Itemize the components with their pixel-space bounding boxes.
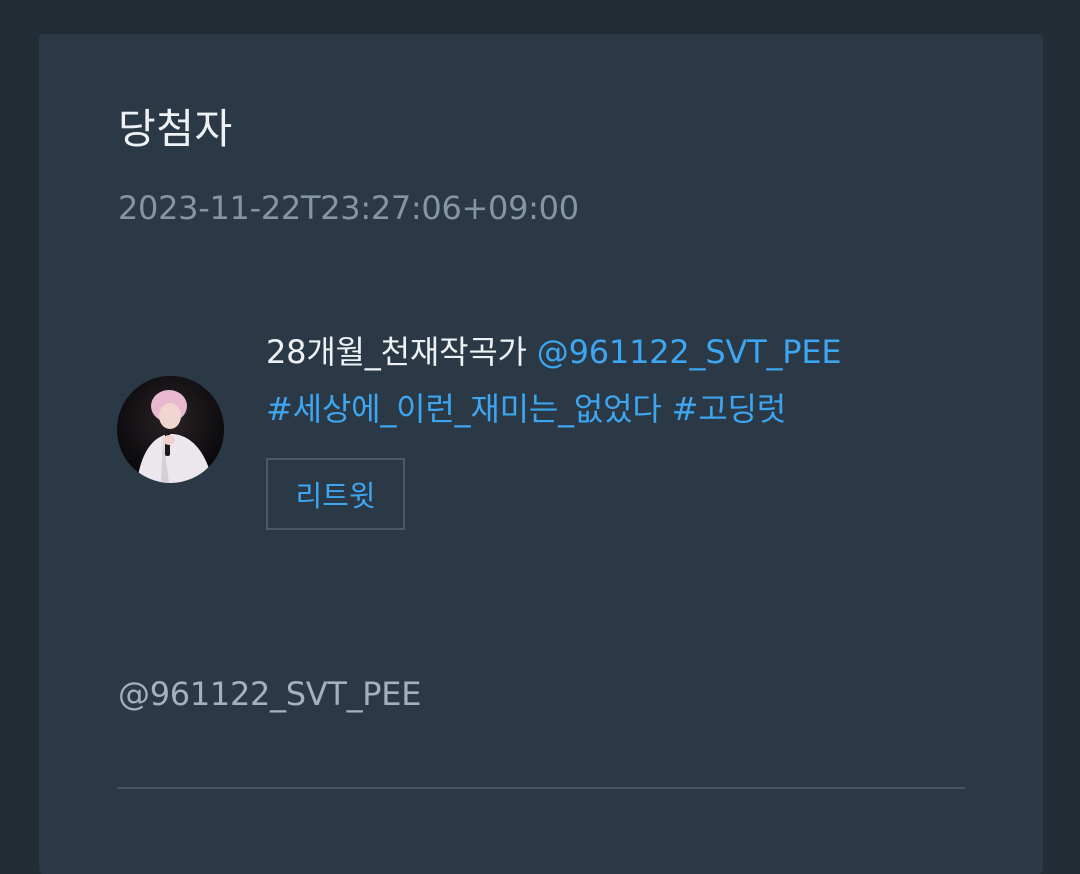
hashtag-link[interactable]: #세상에_이런_재미는_없었다: [266, 390, 662, 428]
winner-mention: @961122_SVT_PEE: [118, 675, 422, 713]
post-timestamp: 2023-11-22T23:27:06+09:00: [118, 189, 579, 227]
tweet-content: 28개월_천재작곡가 @961122_SVT_PEE #세상에_이런_재미는_없…: [266, 324, 966, 438]
tweet-line-1: 28개월_천재작곡가 @961122_SVT_PEE: [266, 324, 966, 381]
avatar-photo-icon: [117, 376, 224, 483]
tweet-mention-link[interactable]: @961122_SVT_PEE: [537, 333, 842, 371]
page-title: 당첨자: [118, 105, 233, 153]
avatar[interactable]: [117, 376, 224, 483]
retweet-button[interactable]: 리트윗: [266, 458, 405, 530]
winner-card: 당첨자 2023-11-22T23:27:06+09:00 28개월_천재작곡가…: [39, 34, 1043, 874]
tweet-line-2: #세상에_이런_재미는_없었다 #고딩럿: [266, 381, 966, 438]
divider: [117, 787, 965, 789]
tweet-author: 28개월_천재작곡가: [266, 333, 527, 371]
hashtag-link[interactable]: #고딩럿: [672, 390, 787, 428]
